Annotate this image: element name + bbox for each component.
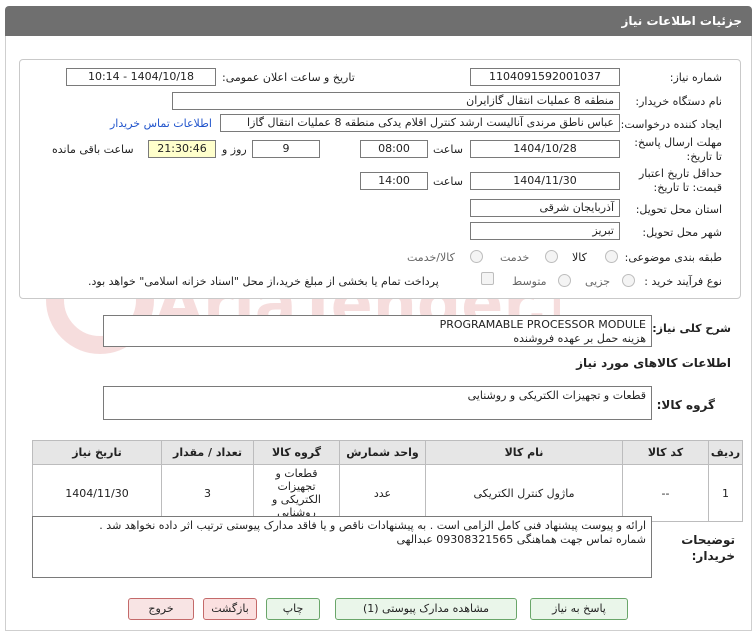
- process-type-label: نوع فرآیند خرید :: [644, 275, 722, 288]
- category-label: طبقه بندی موضوعی:: [624, 251, 722, 264]
- deadline-time-label: ساعت: [433, 143, 463, 156]
- process-radio-medium[interactable]: [558, 274, 571, 287]
- validity-time-field: 14:00: [360, 172, 428, 190]
- cell-qty: 3: [161, 464, 254, 522]
- city-field: تبریز: [470, 222, 620, 240]
- summary-line-1: PROGRAMABLE PROCESSOR MODULE: [439, 318, 646, 331]
- col-header-name: نام کالا: [425, 440, 623, 465]
- category-option-goods: کالا: [572, 251, 587, 264]
- process-radio-minor[interactable]: [622, 274, 635, 287]
- goods-group-label: گروه کالا:: [656, 398, 715, 412]
- buyer-notes-textarea: ارائه و پیوست پیشنهاد فنی کامل الزامی اس…: [32, 516, 652, 578]
- cell-row-number: 1: [708, 464, 743, 522]
- process-option-minor: جزیی: [585, 275, 611, 288]
- buyer-notes-line-2: شماره تماس جهت هماهنگی 09308321565 عبدال…: [396, 533, 646, 546]
- category-option-goods-service: کالا/خدمت: [407, 251, 455, 264]
- summary-textarea: PROGRAMABLE PROCESSOR MODULE هزینه حمل ب…: [103, 315, 652, 347]
- announce-date-field: 1404/10/18 - 10:14: [66, 68, 216, 86]
- deadline-time-field: 08:00: [360, 140, 428, 158]
- category-radio-goods-service[interactable]: [470, 250, 483, 263]
- days-and-label: روز و: [222, 143, 247, 156]
- city-label: شهر محل تحویل:: [642, 226, 722, 239]
- category-radio-service[interactable]: [545, 250, 558, 263]
- col-header-qty: تعداد / مقدار: [161, 440, 254, 465]
- days-remaining-field: 9: [252, 140, 320, 158]
- goods-section-title: اطلاعات کالاهای مورد نیاز: [576, 356, 731, 370]
- col-header-code: کد کالا: [622, 440, 709, 465]
- page-title: جزئیات اطلاعات نیاز: [621, 14, 742, 28]
- category-radio-goods[interactable]: [605, 250, 618, 263]
- treasury-payment-note: پرداخت تمام یا بخشی از مبلغ خرید،از محل …: [88, 275, 439, 288]
- buyer-org-label: نام دستگاه خریدار:: [635, 95, 722, 108]
- creator-field: عباس ناطق مرندی آنالیست ارشد کنترل اقلام…: [220, 114, 620, 132]
- col-header-date: تاریخ نیاز: [32, 440, 162, 465]
- cell-unit: عدد: [339, 464, 426, 522]
- validity-date-field: 1404/11/30: [470, 172, 620, 190]
- remaining-time-field: 21:30:46: [148, 140, 216, 158]
- cell-name: ماژول کنترل الکتریکی: [425, 464, 623, 522]
- back-button[interactable]: بازگشت: [203, 598, 257, 620]
- validity-time-label: ساعت: [433, 175, 463, 188]
- process-option-medium: متوسط: [512, 275, 547, 288]
- category-option-service: خدمت: [500, 251, 530, 264]
- cell-date: 1404/11/30: [32, 464, 162, 522]
- page-header: جزئیات اطلاعات نیاز: [5, 6, 752, 36]
- province-field: آذربایجان شرقی: [470, 199, 620, 217]
- cell-code: --: [622, 464, 709, 522]
- announce-date-label: تاریخ و ساعت اعلان عمومی:: [222, 71, 355, 84]
- remaining-time-label: ساعت باقی مانده: [52, 143, 134, 156]
- goods-group-field: قطعات و تجهیزات الکتریکی و روشنایی: [103, 386, 652, 420]
- need-number-field: 1104091592001037: [470, 68, 620, 86]
- creator-label: ایجاد کننده درخواست:: [620, 118, 722, 131]
- cell-group: قطعات و تجهیزات الکتریکی و روشنایی: [253, 464, 340, 522]
- reply-button[interactable]: پاسخ به نیاز: [530, 598, 628, 620]
- province-label: استان محل تحویل:: [635, 203, 722, 216]
- buyer-contact-link[interactable]: اطلاعات تماس خریدار: [110, 117, 212, 130]
- treasury-payment-checkbox[interactable]: [481, 272, 494, 285]
- validity-label: حداقل تاریخ اعتبار قیمت: تا تاریخ:: [638, 167, 722, 194]
- print-button[interactable]: چاپ: [266, 598, 320, 620]
- col-header-row: ردیف: [708, 440, 743, 465]
- buyer-notes-label: توضیحات خریدار:: [681, 533, 735, 563]
- items-table-header-row: ردیف کد کالا نام کالا واحد شمارش گروه کا…: [32, 440, 743, 465]
- buyer-org-field: منطقه 8 عملیات انتقال گازایران: [172, 92, 620, 110]
- view-attachments-button[interactable]: مشاهده مدارک پیوستی (1): [335, 598, 517, 620]
- need-number-label: شماره نیاز:: [669, 71, 722, 84]
- summary-line-2: هزینه حمل بر عهده فروشنده: [513, 332, 646, 345]
- table-row: 1 -- ماژول کنترل الکتریکی عدد قطعات و تج…: [32, 464, 743, 522]
- col-header-unit: واحد شمارش: [339, 440, 426, 465]
- col-header-group: گروه کالا: [253, 440, 340, 465]
- buyer-notes-line-1: ارائه و پیوست پیشنهاد فنی کامل الزامی اس…: [99, 519, 646, 532]
- summary-label: شرح کلی نیاز:: [652, 322, 731, 335]
- deadline-label: مهلت ارسال پاسخ: تا تاریخ:: [634, 136, 722, 163]
- deadline-date-field: 1404/10/28: [470, 140, 620, 158]
- items-table: ردیف کد کالا نام کالا واحد شمارش گروه کا…: [32, 440, 743, 522]
- exit-button[interactable]: خروج: [128, 598, 194, 620]
